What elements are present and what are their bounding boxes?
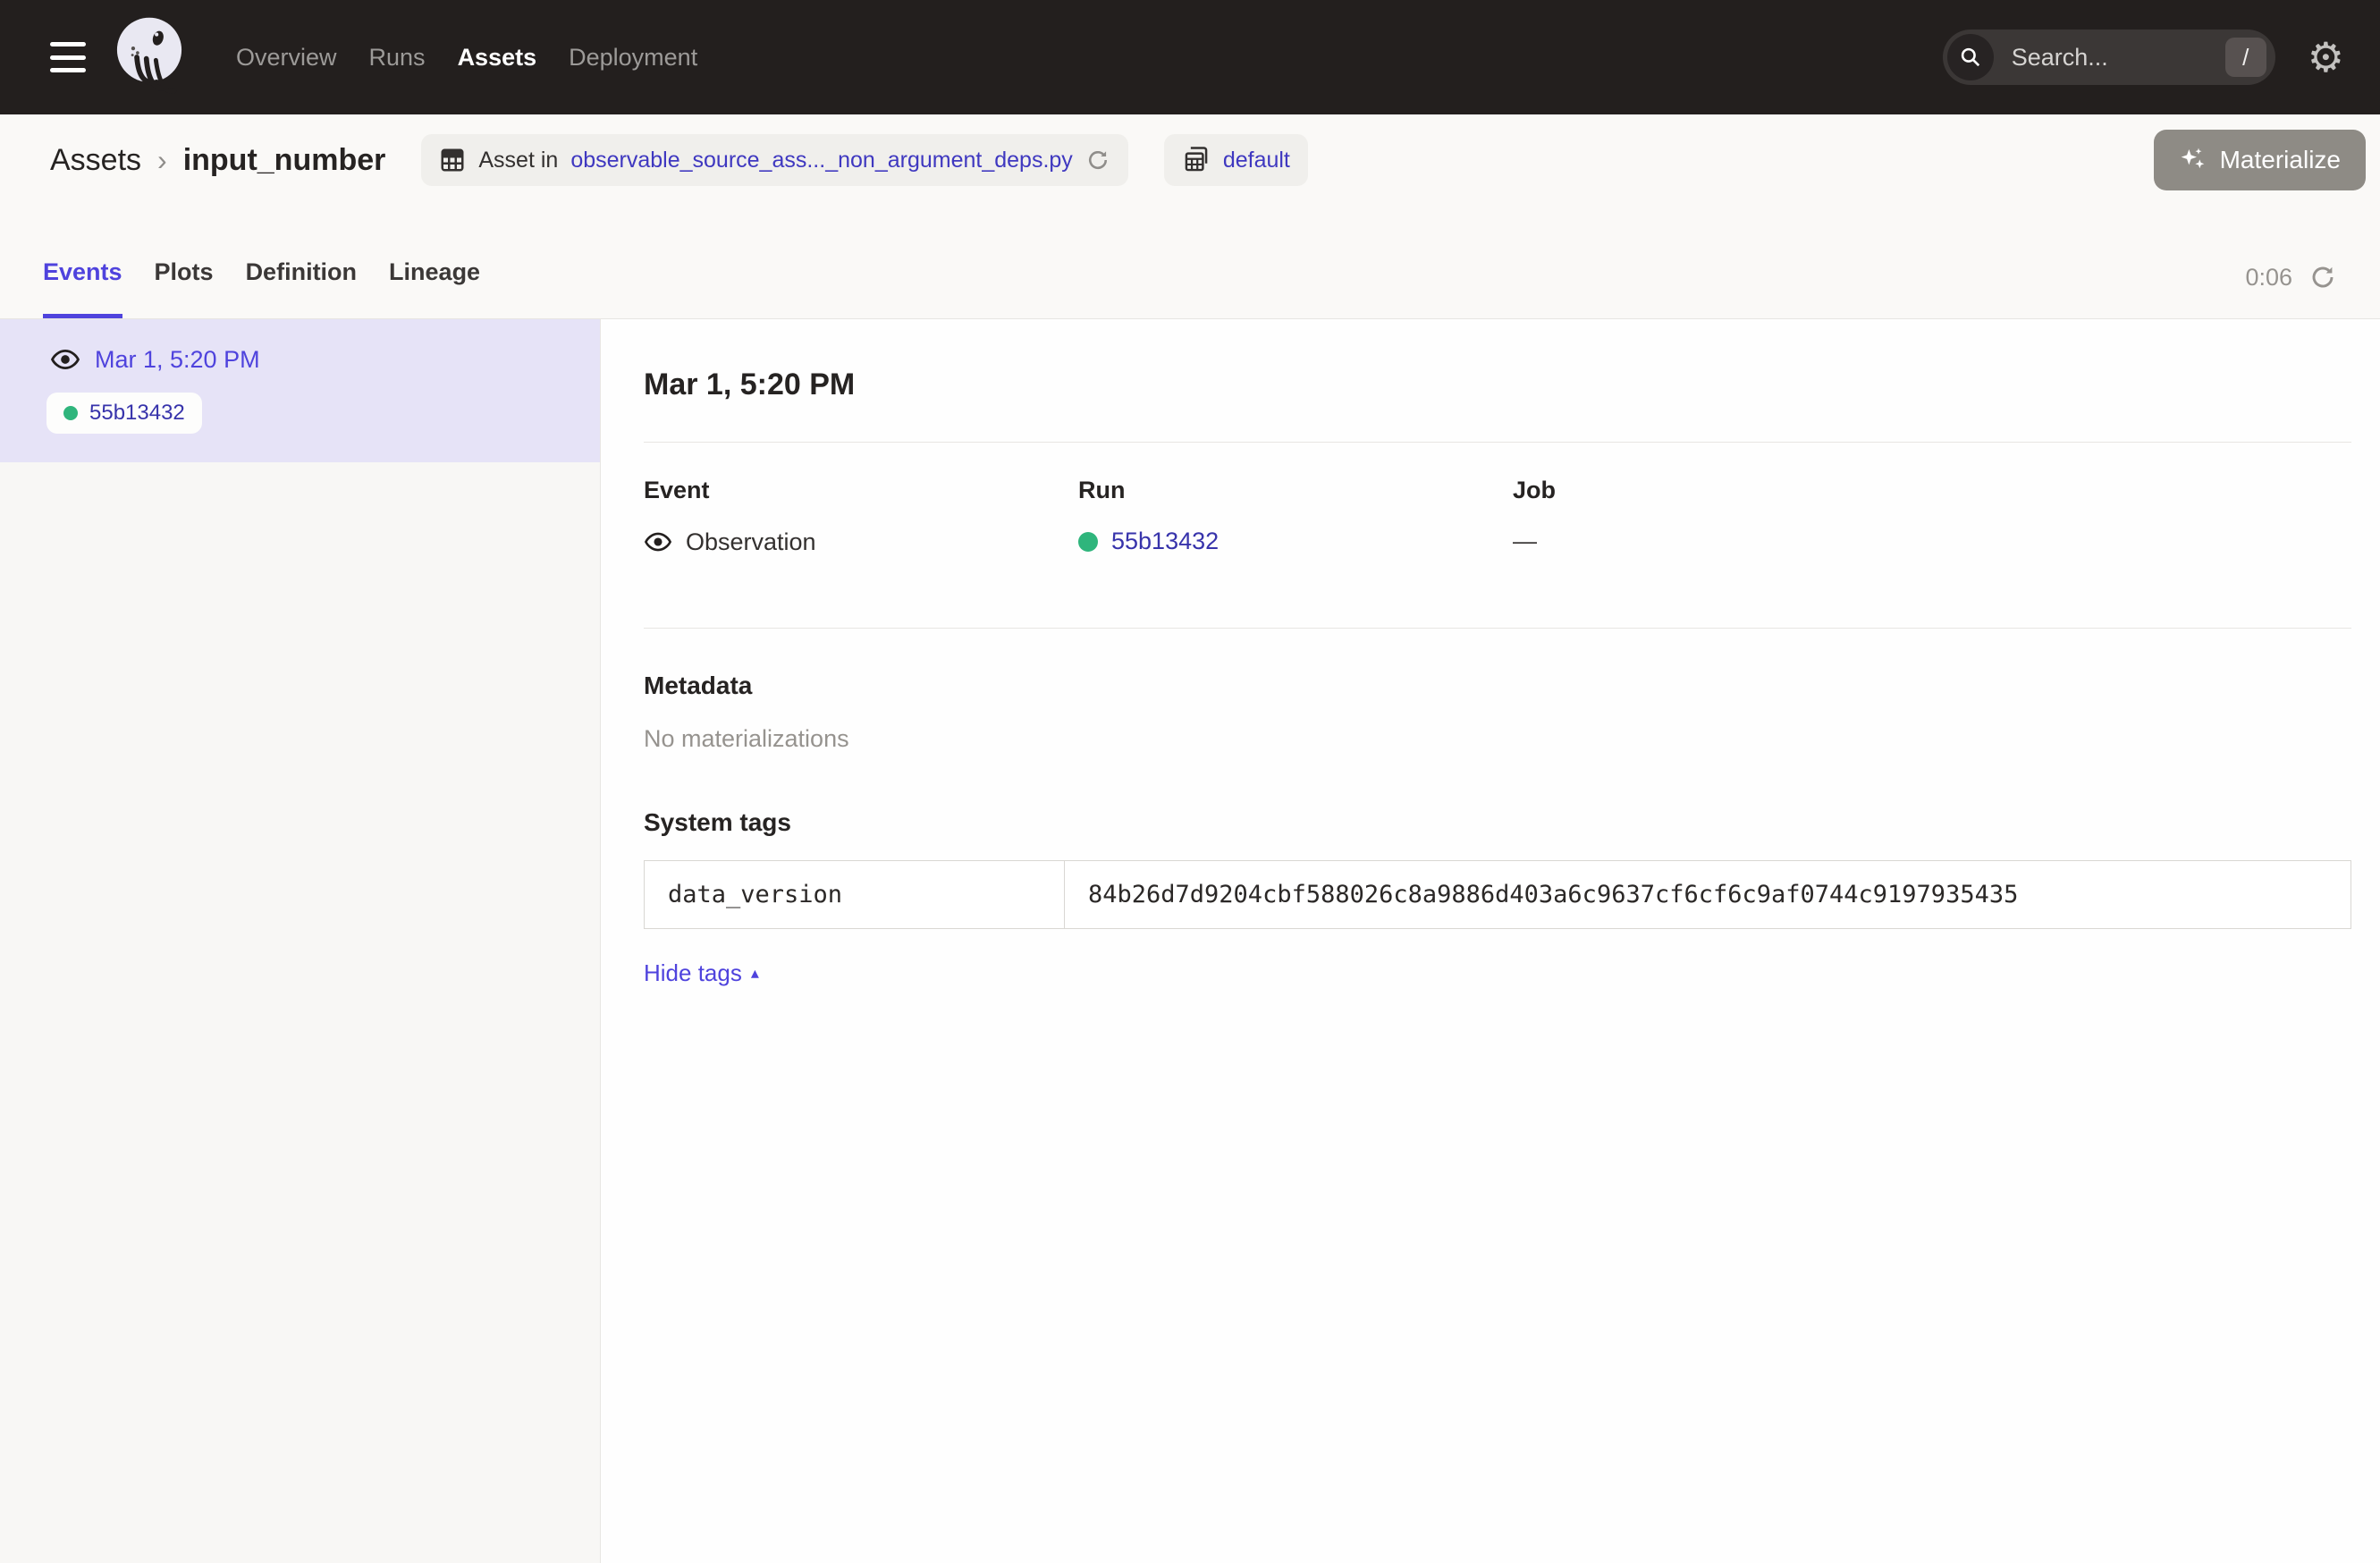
asset-group-icon <box>1182 146 1211 174</box>
tab-plots[interactable]: Plots <box>155 258 214 318</box>
run-column: Run 55b13432 <box>1078 477 1513 556</box>
page-title: input_number <box>183 143 386 178</box>
sparkle-icon <box>2179 146 2207 174</box>
table-icon <box>439 147 466 173</box>
tab-events[interactable]: Events <box>43 258 122 318</box>
run-id-label: 55b13432 <box>89 401 185 426</box>
event-timestamp-link[interactable]: Mar 1, 5:20 PM <box>95 346 260 374</box>
event-list-sidebar: Mar 1, 5:20 PM 55b13432 <box>0 319 601 1563</box>
run-id-link[interactable]: 55b13432 <box>1111 528 1219 555</box>
event-list-item-selected[interactable]: Mar 1, 5:20 PM 55b13432 <box>0 319 600 462</box>
table-row: data_version 84b26d7d9204cbf588026c8a988… <box>645 861 2351 929</box>
run-status-dot <box>1078 532 1098 552</box>
event-column-label: Event <box>644 477 1078 504</box>
asset-chip-prefix: Asset in <box>478 148 558 173</box>
event-detail-panel: Mar 1, 5:20 PM Event Observation Run <box>601 319 2380 1563</box>
content-area: Mar 1, 5:20 PM 55b13432 Mar 1, 5:20 PM E… <box>0 319 2380 1563</box>
refresh-icon[interactable] <box>2308 263 2337 291</box>
reload-definition-icon[interactable] <box>1085 148 1110 173</box>
materialize-button-label: Materialize <box>2220 146 2341 174</box>
hamburger-menu-icon[interactable] <box>50 42 86 72</box>
breadcrumb: Assets › input_number Asset in observabl… <box>0 114 2380 206</box>
run-status-dot <box>63 406 78 420</box>
run-id-chip[interactable]: 55b13432 <box>46 393 202 434</box>
asset-group-chip[interactable]: default <box>1164 134 1308 186</box>
settings-gear-icon[interactable]: ⚙ <box>2308 37 2344 78</box>
metadata-heading: Metadata <box>644 672 2351 700</box>
breadcrumb-separator-icon: › <box>157 144 167 177</box>
dagster-logo-icon[interactable] <box>113 14 186 100</box>
job-empty-value: — <box>1513 528 1537 555</box>
tab-definition[interactable]: Definition <box>246 258 357 318</box>
job-column: Job — <box>1513 477 2351 556</box>
event-type-value: Observation <box>686 528 816 556</box>
primary-nav: Overview Runs Assets Deployment <box>236 44 697 72</box>
asset-detail-tabs: Events Plots Definition Lineage 0:06 <box>0 206 2380 319</box>
run-column-label: Run <box>1078 477 1513 504</box>
job-column-label: Job <box>1513 477 2351 504</box>
search-shortcut-key: / <box>2225 38 2266 77</box>
nav-item-assets[interactable]: Assets <box>458 44 537 72</box>
search-icon <box>1947 34 1994 80</box>
search-placeholder: Search... <box>2012 44 2108 72</box>
tag-key-cell: data_version <box>645 861 1065 929</box>
divider <box>644 442 2351 443</box>
caret-up-icon: ▴ <box>751 964 759 983</box>
search-input[interactable]: Search... / <box>1943 30 2275 85</box>
top-navigation-bar: Overview Runs Assets Deployment Search..… <box>0 0 2380 114</box>
tag-value-cell: 84b26d7d9204cbf588026c8a9886d403a6c9637c… <box>1065 861 2351 929</box>
event-column: Event Observation <box>644 477 1078 556</box>
nav-item-deployment[interactable]: Deployment <box>569 44 697 72</box>
asset-source-file-link[interactable]: observable_source_ass..._non_argument_de… <box>570 148 1073 173</box>
event-detail-title: Mar 1, 5:20 PM <box>644 368 2351 402</box>
asset-definition-chip[interactable]: Asset in observable_source_ass..._non_ar… <box>421 134 1127 186</box>
observation-eye-icon <box>644 528 672 556</box>
asset-group-link[interactable]: default <box>1223 148 1290 173</box>
materialize-button[interactable]: Materialize <box>2154 130 2366 190</box>
refresh-timer: 0:06 <box>2245 264 2292 291</box>
nav-item-runs[interactable]: Runs <box>369 44 426 72</box>
observation-eye-icon <box>50 344 80 375</box>
system-tags-table: data_version 84b26d7d9204cbf588026c8a988… <box>644 860 2351 929</box>
tab-lineage[interactable]: Lineage <box>389 258 480 318</box>
system-tags-heading: System tags <box>644 808 2351 837</box>
metadata-empty-text: No materializations <box>644 725 2351 753</box>
hide-tags-link[interactable]: Hide tags ▴ <box>644 959 2351 987</box>
refresh-countdown: 0:06 <box>2245 263 2337 318</box>
breadcrumb-assets-link[interactable]: Assets <box>50 143 141 178</box>
hide-tags-label: Hide tags <box>644 959 742 987</box>
event-summary-grid: Event Observation Run 55b13432 <box>644 477 2351 556</box>
nav-item-overview[interactable]: Overview <box>236 44 337 72</box>
divider <box>644 628 2351 629</box>
